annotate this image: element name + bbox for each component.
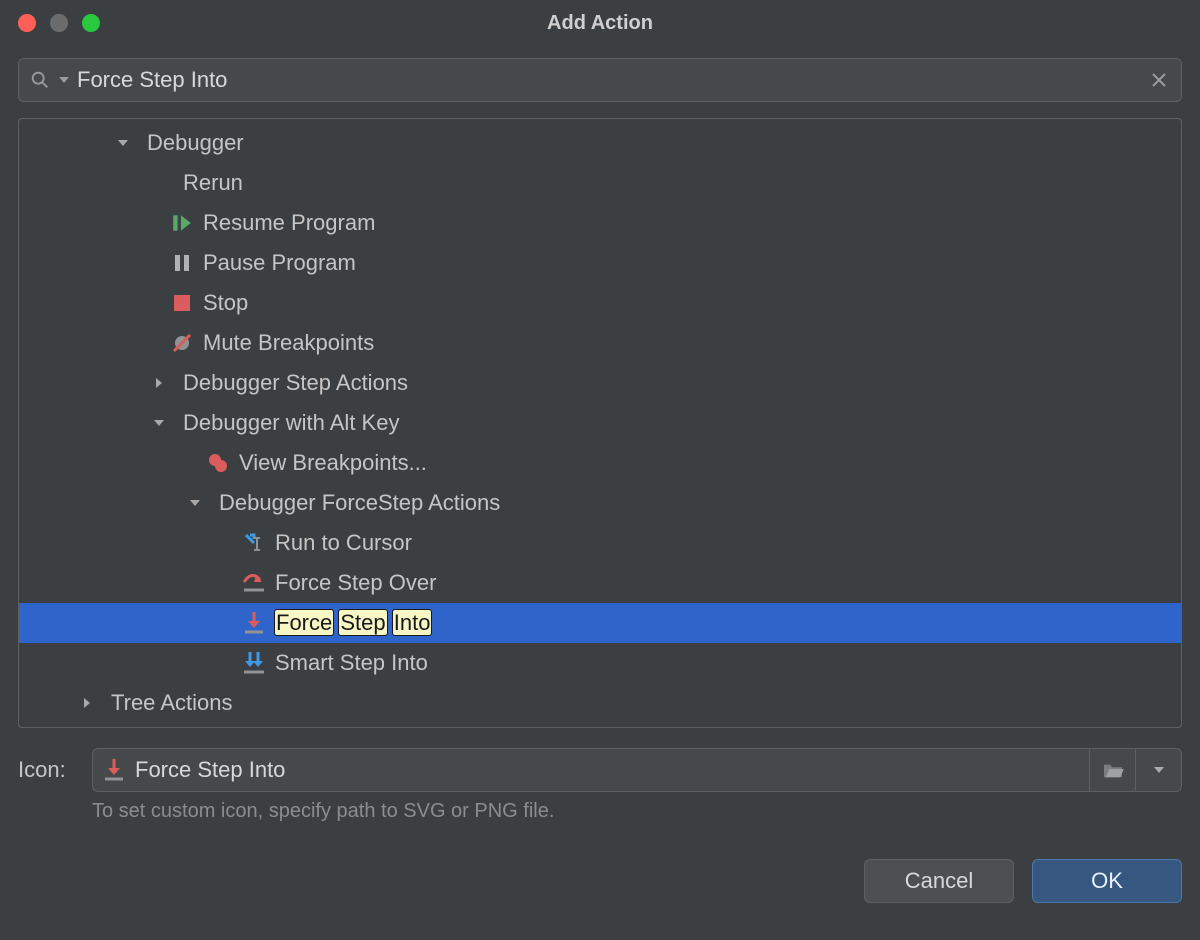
tree-item[interactable]: Pause Program bbox=[19, 243, 1181, 283]
zoom-window-icon[interactable] bbox=[82, 14, 100, 32]
tree-item[interactable]: Debugger ForceStep Actions bbox=[19, 483, 1181, 523]
tree-item[interactable]: Force Step Over bbox=[19, 563, 1181, 603]
tree-item[interactable]: Tree Actions bbox=[19, 683, 1181, 723]
tree-item-label: Debugger with Alt Key bbox=[183, 410, 399, 436]
tree-item-label: Mute Breakpoints bbox=[203, 330, 374, 356]
tree-item[interactable]: Rerun bbox=[19, 163, 1181, 203]
tree-item[interactable]: Resume Program bbox=[19, 203, 1181, 243]
search-dropdown-icon[interactable] bbox=[59, 75, 69, 85]
tree-item-label: Debugger Step Actions bbox=[183, 370, 408, 396]
force-into-icon bbox=[241, 610, 267, 636]
tree-item[interactable]: Debugger with Alt Key bbox=[19, 403, 1181, 443]
pause-icon bbox=[169, 250, 195, 276]
resume-icon bbox=[169, 210, 195, 236]
chevron-down-icon[interactable] bbox=[113, 137, 133, 149]
tree-item-label: Rerun bbox=[183, 170, 243, 196]
tree-item-label: Debugger bbox=[147, 130, 244, 156]
icon-field-text: Force Step Into bbox=[135, 757, 285, 783]
tree-item-label: Run to Cursor bbox=[275, 530, 412, 556]
icon-label: Icon: bbox=[18, 757, 78, 783]
chevron-down-icon[interactable] bbox=[185, 497, 205, 509]
force-step-into-icon bbox=[103, 758, 125, 782]
chevron-right-icon[interactable] bbox=[149, 377, 169, 389]
ok-button[interactable]: OK bbox=[1032, 859, 1182, 903]
tree-item-label: Tree Actions bbox=[111, 690, 232, 716]
action-tree[interactable]: Debugger Rerun Resume Program Pause Program… bbox=[18, 118, 1182, 728]
tree-item[interactable]: Stop bbox=[19, 283, 1181, 323]
tree-item-label: Force Step Over bbox=[275, 570, 436, 596]
chevron-right-icon[interactable] bbox=[77, 697, 97, 709]
tree-item[interactable]: Debugger Step Actions bbox=[19, 363, 1181, 403]
tree-item-label: Force Step Into bbox=[275, 610, 431, 636]
tree-item-label: Resume Program bbox=[203, 210, 375, 236]
close-window-icon[interactable] bbox=[18, 14, 36, 32]
tree-item[interactable]: Run to Cursor bbox=[19, 523, 1181, 563]
window-title: Add Action bbox=[0, 12, 1200, 35]
icon-dropdown-button[interactable] bbox=[1135, 749, 1181, 791]
search-field[interactable] bbox=[18, 58, 1182, 102]
tree-item[interactable]: Force Step Into bbox=[19, 603, 1181, 643]
search-icon bbox=[29, 69, 51, 91]
force-over-icon bbox=[241, 570, 267, 596]
browse-icon-button[interactable] bbox=[1089, 749, 1135, 791]
tree-item-label: Debugger ForceStep Actions bbox=[219, 490, 500, 516]
tree-item-label: Stop bbox=[203, 290, 248, 316]
stop-icon bbox=[169, 290, 195, 316]
smart-into-icon bbox=[241, 650, 267, 676]
tree-item-label: Smart Step Into bbox=[275, 650, 428, 676]
icon-path-field[interactable]: Force Step Into bbox=[92, 748, 1182, 792]
cancel-button[interactable]: Cancel bbox=[864, 859, 1014, 903]
window-controls[interactable] bbox=[18, 14, 100, 32]
mute-bp-icon bbox=[169, 330, 195, 356]
icon-hint: To set custom icon, specify path to SVG … bbox=[92, 800, 1182, 823]
tree-item[interactable]: View Breakpoints... bbox=[19, 443, 1181, 483]
search-input[interactable] bbox=[77, 67, 1147, 93]
tree-item-label: Pause Program bbox=[203, 250, 356, 276]
chevron-down-icon[interactable] bbox=[149, 417, 169, 429]
tree-item[interactable]: Mute Breakpoints bbox=[19, 323, 1181, 363]
view-bp-icon bbox=[205, 450, 231, 476]
minimize-window-icon[interactable] bbox=[50, 14, 68, 32]
run-cursor-icon bbox=[241, 530, 267, 556]
tree-item-label: View Breakpoints... bbox=[239, 450, 427, 476]
clear-search-icon[interactable] bbox=[1147, 72, 1171, 88]
tree-item[interactable]: Debugger bbox=[19, 123, 1181, 163]
tree-item[interactable]: Smart Step Into bbox=[19, 643, 1181, 683]
